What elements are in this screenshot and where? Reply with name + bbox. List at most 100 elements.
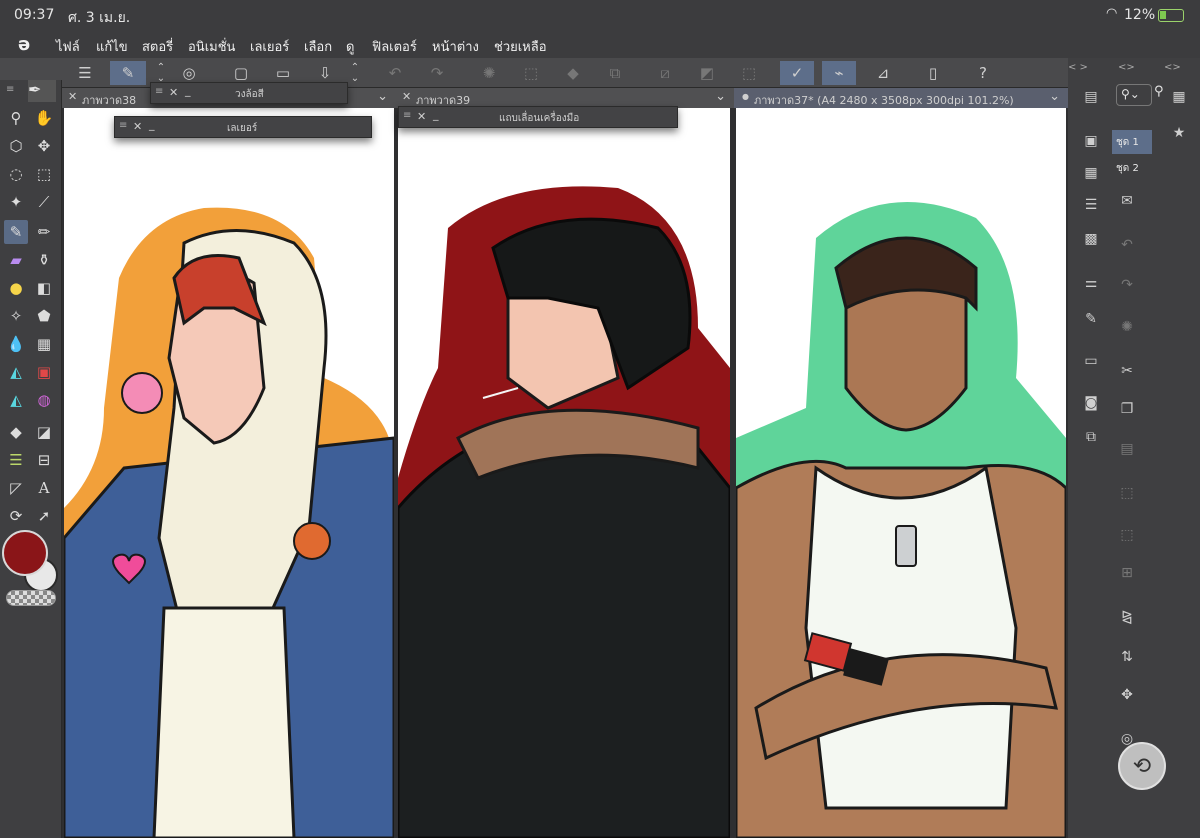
eyedropper-icon[interactable]: ⟋ xyxy=(32,190,56,214)
close-icon[interactable]: ✕ xyxy=(68,90,77,103)
marker-icon[interactable]: ▰ xyxy=(4,248,28,272)
edit-list-icon[interactable]: ✎ xyxy=(1080,308,1102,330)
transparent-color-swatch[interactable] xyxy=(6,590,56,606)
fill-icon[interactable]: ◆ xyxy=(560,61,586,85)
collapse-icon[interactable]: <> xyxy=(1164,62,1181,73)
panel-layout-icon[interactable]: ⊟ xyxy=(32,448,56,472)
ruler-icon[interactable]: ⊿ xyxy=(870,61,896,85)
search-dropdown[interactable]: ⚲⌄ xyxy=(1116,84,1152,106)
balloon-icon[interactable]: ◍ xyxy=(32,388,56,412)
invert-icon[interactable]: ◩ xyxy=(694,61,720,85)
menu-animation[interactable]: อนิเมชั่น xyxy=(188,36,235,57)
figure-icon[interactable]: ◭ xyxy=(4,360,28,384)
artwork-2[interactable] xyxy=(398,108,730,838)
close-icon[interactable]: ✕ xyxy=(417,110,426,123)
menu-help[interactable]: ช่วยเหลือ xyxy=(494,36,547,57)
set-item-1[interactable]: ชุด 1 xyxy=(1112,130,1152,154)
menu-layer[interactable]: เลเยอร์ xyxy=(250,36,289,57)
chevron-down-icon[interactable]: ⌄ xyxy=(1049,89,1060,104)
device-icon[interactable]: ▯ xyxy=(920,61,946,85)
tool-tray-panel[interactable]: ≡ ✕ _ แถบเลื่อนเครื่องมือ xyxy=(398,106,678,128)
layer-list-icon[interactable]: ☰ xyxy=(4,448,28,472)
main-color-swatch[interactable] xyxy=(2,530,48,576)
list-icon[interactable]: ☰ xyxy=(1080,194,1102,216)
move-3d-icon[interactable]: ⬡ xyxy=(4,134,28,158)
menu-icon[interactable]: ☰ xyxy=(72,61,98,85)
panel-grip-icon[interactable]: ≡ xyxy=(6,84,14,95)
grip-icon[interactable]: ≡ xyxy=(119,120,127,131)
eraser-icon[interactable]: ◧ xyxy=(32,276,56,300)
text-icon[interactable]: ◭ xyxy=(4,388,28,412)
crop-icon[interactable]: ⬚ xyxy=(736,61,762,85)
layer-property-icon[interactable]: ▤ xyxy=(1080,86,1102,108)
transform-icon[interactable]: ⧉ xyxy=(602,61,628,85)
collapse-icon[interactable]: < > xyxy=(1068,62,1112,73)
menu-story[interactable]: สตอรี่ xyxy=(142,36,173,57)
rotate-canvas-icon[interactable]: ⟲ xyxy=(1118,742,1166,790)
menu-edit[interactable]: แก้ไข xyxy=(96,36,128,57)
minimize-icon[interactable]: _ xyxy=(149,118,155,131)
object-select-icon[interactable]: ➚ xyxy=(32,504,56,528)
menu-view[interactable]: ดู xyxy=(346,36,354,57)
figure-tool-icon[interactable]: ◸ xyxy=(4,476,28,500)
grid-icon[interactable]: ▩ xyxy=(1080,228,1102,250)
select-icon[interactable]: ⬚ xyxy=(1116,482,1138,504)
flip-vertical-icon[interactable]: ⇅ xyxy=(1116,646,1138,668)
sliders-icon[interactable]: ⚌ xyxy=(1080,272,1102,294)
canvas-tab-3[interactable]: ● ภาพวาด37* (A4 2480 x 3508px 300dpi 101… xyxy=(734,88,1068,108)
hand-icon[interactable]: ✋ xyxy=(32,106,56,130)
chevron-down-icon[interactable]: ⌄ xyxy=(377,89,388,104)
film-icon[interactable]: ▦ xyxy=(1080,162,1102,184)
menu-select[interactable]: เลือก xyxy=(304,36,332,57)
artwork-1[interactable] xyxy=(64,108,394,838)
menu-window[interactable]: หน้าต่าง xyxy=(432,36,479,57)
panel-icon[interactable]: ▭ xyxy=(1080,350,1102,372)
gradient-icon[interactable]: ▦ xyxy=(32,332,56,356)
paste-icon[interactable]: ▤ xyxy=(1116,438,1138,460)
move-icon[interactable]: ✥ xyxy=(32,134,56,158)
frame-icon[interactable]: ▣ xyxy=(32,360,56,384)
pen-pressure-icon[interactable]: ✓ xyxy=(780,61,814,85)
redo-icon[interactable]: ↷ xyxy=(1116,274,1138,296)
brush-icon[interactable]: ● xyxy=(4,276,28,300)
zoom-icon[interactable]: ⚲ xyxy=(4,106,28,130)
star-icon[interactable]: ★ xyxy=(1168,122,1190,144)
new-canvas-icon[interactable]: ✎ xyxy=(110,61,146,85)
mesh-icon[interactable]: ⊞ xyxy=(1116,562,1138,584)
transform-icon[interactable]: ⬚ xyxy=(1116,524,1138,546)
copy-icon[interactable]: ❐ xyxy=(1116,398,1138,420)
tool-tab-pen-icon[interactable]: ✒ xyxy=(28,80,56,102)
chevron-down-icon[interactable]: ⌄ xyxy=(715,89,726,104)
flip-horizontal-icon[interactable]: ⧎ xyxy=(1116,606,1138,628)
select-all-icon[interactable]: ⬚ xyxy=(518,61,544,85)
airbrush-icon[interactable]: ⚱ xyxy=(32,248,56,272)
search-icon[interactable]: ⚲ xyxy=(1154,84,1164,99)
move-icon[interactable]: ✥ xyxy=(1116,684,1138,706)
material-icon[interactable]: ◙ xyxy=(1080,392,1102,414)
pencil-icon[interactable]: ✏ xyxy=(32,220,56,244)
rect-select-icon[interactable]: ⬚ xyxy=(32,162,56,186)
layer-panel[interactable]: ≡ ✕ _ เลเยอร์ xyxy=(114,116,372,138)
grip-icon[interactable]: ≡ xyxy=(403,110,411,121)
new-badge-icon[interactable]: ✉ xyxy=(1116,190,1138,212)
close-icon[interactable]: ✕ xyxy=(133,120,142,133)
help-icon[interactable]: ? xyxy=(970,61,996,85)
save-icon[interactable]: ▣ xyxy=(1080,130,1102,152)
redo-icon[interactable]: ↷ xyxy=(424,61,450,85)
magic-wand-icon[interactable]: ✦ xyxy=(4,190,28,214)
minimize-icon[interactable]: _ xyxy=(433,108,439,121)
operation-icon[interactable]: ◪ xyxy=(32,420,56,444)
cut-icon[interactable]: ✂ xyxy=(1116,360,1138,382)
undo-icon[interactable]: ↶ xyxy=(382,61,408,85)
lasso-icon[interactable]: ◌ xyxy=(4,162,28,186)
minimize-icon[interactable]: _ xyxy=(185,84,191,97)
app-logo-icon[interactable]: ə xyxy=(18,34,30,55)
deselect-icon[interactable]: ⧄ xyxy=(652,61,678,85)
pen-icon[interactable]: ✎ xyxy=(4,220,28,244)
decoration-icon[interactable]: ✧ xyxy=(4,304,28,328)
blend-icon[interactable]: ⬟ xyxy=(32,304,56,328)
set-item-2[interactable]: ชุด 2 xyxy=(1112,156,1152,180)
canvas-tab-2[interactable]: ✕ ภาพวาด39 ⌄ xyxy=(396,88,734,108)
film-icon[interactable]: ▦ xyxy=(1168,86,1190,108)
correct-line-icon[interactable]: ⟳ xyxy=(4,504,28,528)
